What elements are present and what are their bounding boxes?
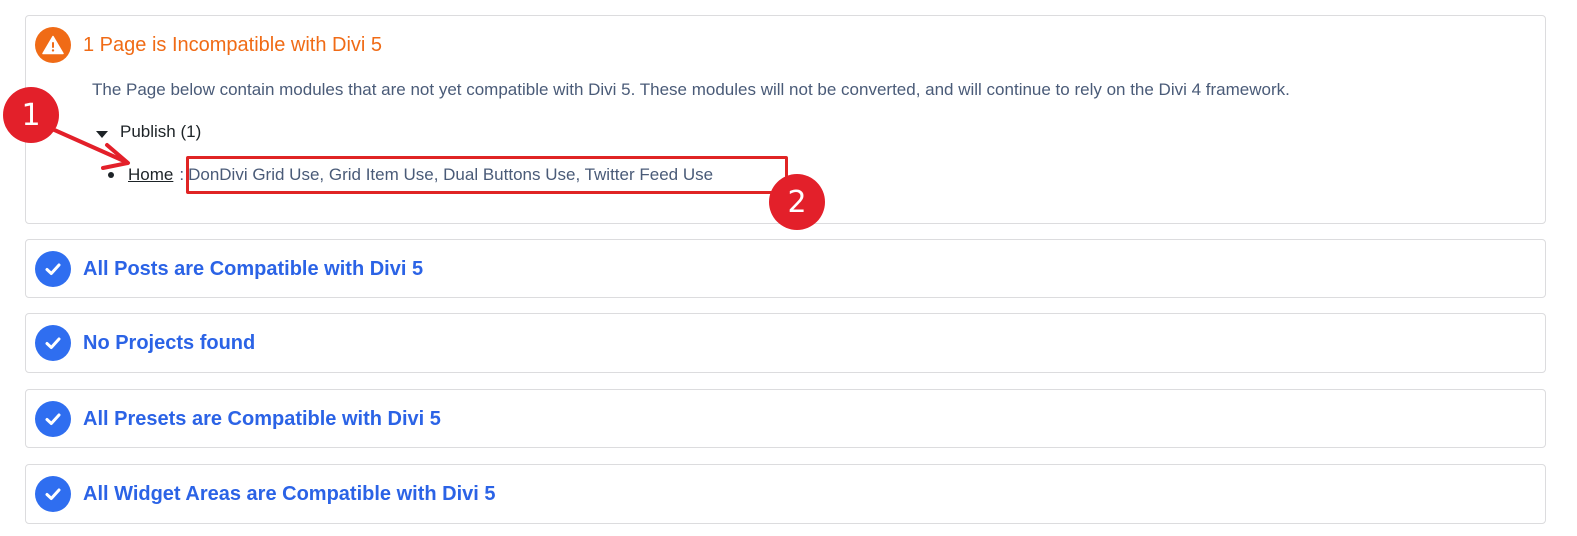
modules-highlight-box — [186, 156, 788, 194]
annotation-marker-2: 2 — [769, 174, 825, 230]
migration-report: 1 Page is Incompatible with Divi 5 The P… — [0, 0, 1577, 536]
annotation-marker-1: 1 — [3, 87, 59, 143]
annotation-arrow — [48, 126, 130, 170]
